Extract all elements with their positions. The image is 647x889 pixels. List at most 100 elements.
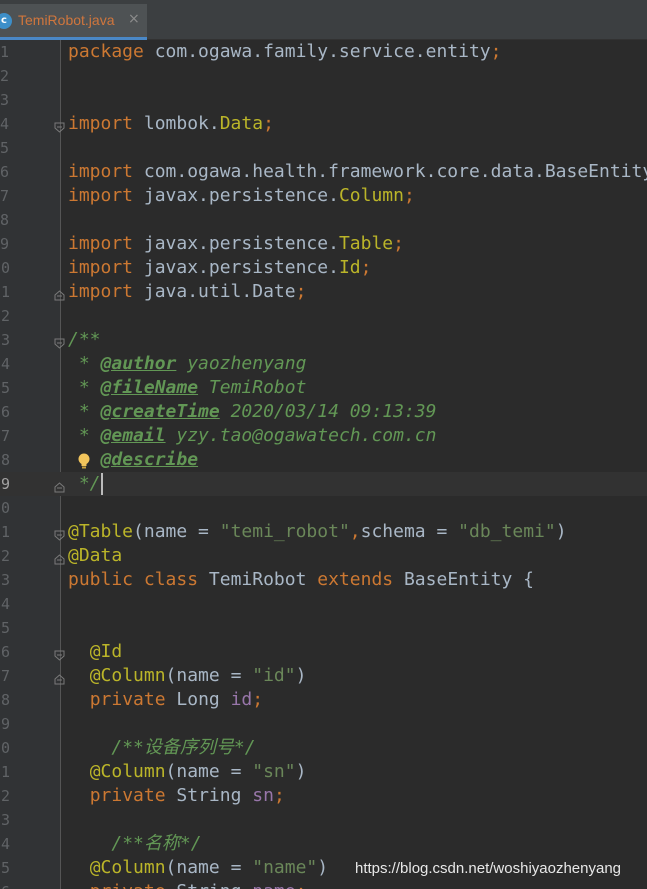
code-line[interactable]: 31 @Column(name = "sn") (0, 760, 647, 784)
code-token: @createTime (100, 401, 220, 422)
code-line[interactable]: 13 /** (0, 328, 647, 352)
code-line[interactable]: 11 import java.util.Date; (0, 280, 647, 304)
code-line[interactable]: 32 private String sn; (0, 784, 647, 808)
code-line[interactable]: 15 * @fileName TemiRobot (0, 376, 647, 400)
code-token: ; (296, 881, 307, 889)
code-text: @Id (68, 640, 123, 664)
code-token: "temi_robot" (219, 521, 350, 542)
code-line[interactable]: 6 import com.ogawa.health.framework.core.… (0, 160, 647, 184)
code-token: javax.persistence. (143, 257, 339, 278)
line-number: 17 (0, 427, 10, 445)
fold-end-icon[interactable] (54, 478, 65, 493)
code-line[interactable]: 5 (0, 136, 647, 160)
code-line[interactable]: 12 (0, 304, 647, 328)
fold-end-icon[interactable] (54, 670, 65, 685)
code-line[interactable]: 16 * @createTime 2020/03/14 09:13:39 (0, 400, 647, 424)
code-text: /** (68, 328, 101, 352)
line-number: 32 (0, 787, 10, 805)
code-text: import javax.persistence.Id; (68, 256, 371, 280)
code-line[interactable]: 23 public class TemiRobot extends BaseEnt… (0, 568, 647, 592)
code-token: private (90, 881, 177, 889)
fold-start-icon[interactable] (54, 118, 65, 133)
fold-start-icon[interactable] (54, 526, 65, 541)
code-line[interactable]: 4 import lombok.Data; (0, 112, 647, 136)
code-line[interactable]: 24 (0, 592, 647, 616)
code-line[interactable]: 8 (0, 208, 647, 232)
line-number: 6 (0, 163, 10, 181)
code-text: import javax.persistence.Table; (68, 232, 404, 256)
text-caret (100, 473, 103, 495)
code-line[interactable]: 21 @Table(name = "temi_robot",schema = "d… (0, 520, 647, 544)
code-text: * @email yzy.tao@ogawatech.com.cn (68, 424, 437, 448)
editor-tab-bar: c TemiRobot.java × (0, 0, 647, 40)
code-editor[interactable]: 1 package com.ogawa.family.service.entity… (0, 40, 647, 889)
code-line[interactable]: 1 package com.ogawa.family.service.entity… (0, 40, 647, 64)
code-token: id (230, 689, 253, 710)
fold-start-icon[interactable] (54, 646, 65, 661)
code-token: javax.persistence. (143, 233, 339, 254)
code-line[interactable]: 34 /**名称*/ (0, 832, 647, 856)
code-text: */ (68, 472, 103, 496)
code-token: ; (360, 257, 372, 278)
code-line[interactable]: 30 /**设备序列号*/ (0, 736, 647, 760)
code-token: ) (555, 521, 567, 542)
code-token: Table (338, 233, 394, 254)
fold-end-icon[interactable] (54, 550, 65, 565)
tab-temirobot-java[interactable]: c TemiRobot.java × (0, 4, 147, 40)
code-line[interactable]: 36 private String name; (0, 880, 647, 889)
code-line[interactable]: 27 @Column(name = "id") (0, 664, 647, 688)
code-token: package (68, 41, 155, 62)
line-number: 5 (0, 139, 10, 157)
code-line[interactable]: 17 * @email yzy.tao@ogawatech.com.cn (0, 424, 647, 448)
code-token: @describe (100, 449, 199, 470)
code-line[interactable]: 2 (0, 64, 647, 88)
code-line[interactable]: 22 @Data (0, 544, 647, 568)
code-token: @author (100, 353, 177, 374)
line-number: 11 (0, 283, 10, 301)
code-line[interactable]: 3 (0, 88, 647, 112)
code-token: @Data (68, 545, 123, 566)
code-line[interactable]: 28 private Long id; (0, 688, 647, 712)
code-token: com.ogawa.family.service.entity (154, 41, 491, 62)
line-number: 29 (0, 715, 10, 733)
code-token: (name = (165, 761, 253, 782)
code-token: import (68, 113, 144, 134)
code-line[interactable]: 7 import javax.persistence.Column; (0, 184, 647, 208)
line-number: 10 (0, 259, 10, 277)
code-line[interactable]: 9 import javax.persistence.Table; (0, 232, 647, 256)
code-line[interactable]: 20 (0, 496, 647, 520)
code-line[interactable]: 26 @Id (0, 640, 647, 664)
line-number: 3 (0, 91, 10, 109)
code-token: TemiRobot (208, 569, 318, 590)
code-line[interactable]: 10 import javax.persistence.Id; (0, 256, 647, 280)
code-line[interactable]: 29 (0, 712, 647, 736)
code-line[interactable]: 18 @describe (0, 448, 647, 472)
line-number: 23 (0, 571, 10, 589)
line-number: 30 (0, 739, 10, 757)
line-number: 9 (0, 235, 10, 253)
code-token: javax.persistence. (143, 185, 339, 206)
code-line[interactable]: 25 (0, 616, 647, 640)
code-token: BaseEntity { (403, 569, 535, 590)
line-number: 26 (0, 643, 10, 661)
fold-start-icon[interactable] (54, 334, 65, 349)
code-token: /**名称*/ (111, 833, 202, 854)
code-token: (name = (165, 665, 253, 686)
close-icon[interactable]: × (128, 11, 140, 27)
code-line[interactable]: 19 */ (0, 472, 647, 496)
code-line[interactable]: 33 (0, 808, 647, 832)
code-token: ; (273, 785, 285, 806)
line-number: 13 (0, 331, 10, 349)
fold-end-icon[interactable] (54, 286, 65, 301)
code-line[interactable]: 14 * @author yaozhenyang (0, 352, 647, 376)
code-token: java.util.Date (143, 281, 296, 302)
code-token: import (68, 161, 144, 182)
line-number: 33 (0, 811, 10, 829)
code-token: (name = (133, 521, 220, 542)
line-number: 28 (0, 691, 10, 709)
code-text: import lombok.Data; (68, 112, 274, 136)
